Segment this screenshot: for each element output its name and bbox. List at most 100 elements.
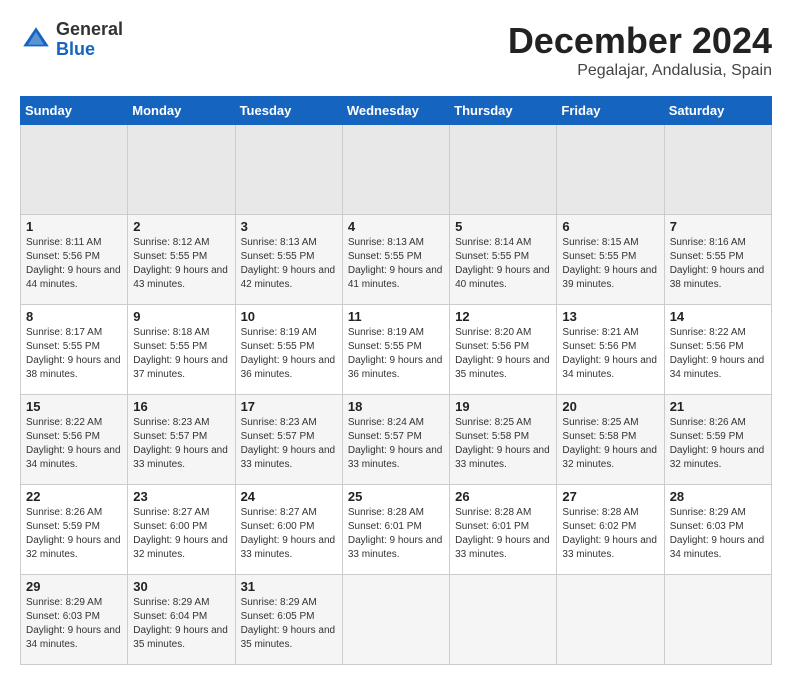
calendar-cell: 28 Sunrise: 8:29 AMSunset: 6:03 PMDaylig… bbox=[664, 485, 771, 575]
location: Pegalajar, Andalusia, Spain bbox=[508, 62, 772, 80]
day-info: Sunrise: 8:27 AMSunset: 6:00 PMDaylight:… bbox=[241, 507, 336, 560]
calendar-cell: 2 Sunrise: 8:12 AMSunset: 5:55 PMDayligh… bbox=[128, 215, 235, 305]
day-number: 9 bbox=[133, 309, 229, 324]
day-info: Sunrise: 8:26 AMSunset: 5:59 PMDaylight:… bbox=[670, 417, 765, 470]
day-info: Sunrise: 8:11 AMSunset: 5:56 PMDaylight:… bbox=[26, 237, 121, 290]
day-number: 27 bbox=[562, 489, 658, 504]
page-header: General Blue December 2024 Pegalajar, An… bbox=[20, 20, 772, 80]
day-number: 17 bbox=[241, 399, 337, 414]
day-number: 29 bbox=[26, 579, 122, 594]
calendar: SundayMondayTuesdayWednesdayThursdayFrid… bbox=[20, 96, 772, 665]
day-info: Sunrise: 8:23 AMSunset: 5:57 PMDaylight:… bbox=[241, 417, 336, 470]
calendar-week-1: 1 Sunrise: 8:11 AMSunset: 5:56 PMDayligh… bbox=[21, 215, 772, 305]
calendar-cell bbox=[664, 125, 771, 215]
day-header-wednesday: Wednesday bbox=[342, 97, 449, 125]
calendar-cell: 7 Sunrise: 8:16 AMSunset: 5:55 PMDayligh… bbox=[664, 215, 771, 305]
day-number: 18 bbox=[348, 399, 444, 414]
day-number: 16 bbox=[133, 399, 229, 414]
calendar-cell: 23 Sunrise: 8:27 AMSunset: 6:00 PMDaylig… bbox=[128, 485, 235, 575]
day-info: Sunrise: 8:28 AMSunset: 6:01 PMDaylight:… bbox=[455, 507, 550, 560]
day-number: 8 bbox=[26, 309, 122, 324]
calendar-cell: 29 Sunrise: 8:29 AMSunset: 6:03 PMDaylig… bbox=[21, 575, 128, 665]
logo-blue: Blue bbox=[56, 39, 95, 59]
logo-text: General Blue bbox=[56, 20, 123, 60]
day-info: Sunrise: 8:20 AMSunset: 5:56 PMDaylight:… bbox=[455, 327, 550, 380]
day-info: Sunrise: 8:27 AMSunset: 6:00 PMDaylight:… bbox=[133, 507, 228, 560]
day-info: Sunrise: 8:13 AMSunset: 5:55 PMDaylight:… bbox=[348, 237, 443, 290]
calendar-cell bbox=[128, 125, 235, 215]
day-number: 24 bbox=[241, 489, 337, 504]
day-info: Sunrise: 8:29 AMSunset: 6:03 PMDaylight:… bbox=[670, 507, 765, 560]
day-number: 19 bbox=[455, 399, 551, 414]
calendar-cell: 30 Sunrise: 8:29 AMSunset: 6:04 PMDaylig… bbox=[128, 575, 235, 665]
calendar-week-2: 8 Sunrise: 8:17 AMSunset: 5:55 PMDayligh… bbox=[21, 305, 772, 395]
calendar-cell bbox=[557, 575, 664, 665]
calendar-body: 1 Sunrise: 8:11 AMSunset: 5:56 PMDayligh… bbox=[21, 125, 772, 665]
calendar-cell: 8 Sunrise: 8:17 AMSunset: 5:55 PMDayligh… bbox=[21, 305, 128, 395]
day-info: Sunrise: 8:24 AMSunset: 5:57 PMDaylight:… bbox=[348, 417, 443, 470]
calendar-cell: 3 Sunrise: 8:13 AMSunset: 5:55 PMDayligh… bbox=[235, 215, 342, 305]
calendar-cell: 14 Sunrise: 8:22 AMSunset: 5:56 PMDaylig… bbox=[664, 305, 771, 395]
day-number: 21 bbox=[670, 399, 766, 414]
day-info: Sunrise: 8:22 AMSunset: 5:56 PMDaylight:… bbox=[670, 327, 765, 380]
day-number: 12 bbox=[455, 309, 551, 324]
calendar-cell: 15 Sunrise: 8:22 AMSunset: 5:56 PMDaylig… bbox=[21, 395, 128, 485]
calendar-cell: 10 Sunrise: 8:19 AMSunset: 5:55 PMDaylig… bbox=[235, 305, 342, 395]
calendar-cell: 11 Sunrise: 8:19 AMSunset: 5:55 PMDaylig… bbox=[342, 305, 449, 395]
calendar-cell: 17 Sunrise: 8:23 AMSunset: 5:57 PMDaylig… bbox=[235, 395, 342, 485]
day-info: Sunrise: 8:22 AMSunset: 5:56 PMDaylight:… bbox=[26, 417, 121, 470]
calendar-cell: 26 Sunrise: 8:28 AMSunset: 6:01 PMDaylig… bbox=[450, 485, 557, 575]
logo-icon bbox=[20, 24, 52, 56]
day-number: 4 bbox=[348, 219, 444, 234]
calendar-cell: 13 Sunrise: 8:21 AMSunset: 5:56 PMDaylig… bbox=[557, 305, 664, 395]
day-header-thursday: Thursday bbox=[450, 97, 557, 125]
day-info: Sunrise: 8:26 AMSunset: 5:59 PMDaylight:… bbox=[26, 507, 121, 560]
calendar-cell bbox=[21, 125, 128, 215]
logo-general: General bbox=[56, 19, 123, 39]
calendar-cell: 4 Sunrise: 8:13 AMSunset: 5:55 PMDayligh… bbox=[342, 215, 449, 305]
calendar-cell bbox=[664, 575, 771, 665]
day-info: Sunrise: 8:16 AMSunset: 5:55 PMDaylight:… bbox=[670, 237, 765, 290]
calendar-cell: 6 Sunrise: 8:15 AMSunset: 5:55 PMDayligh… bbox=[557, 215, 664, 305]
day-number: 23 bbox=[133, 489, 229, 504]
day-number: 28 bbox=[670, 489, 766, 504]
day-number: 15 bbox=[26, 399, 122, 414]
calendar-week-0 bbox=[21, 125, 772, 215]
day-number: 2 bbox=[133, 219, 229, 234]
day-number: 6 bbox=[562, 219, 658, 234]
day-info: Sunrise: 8:21 AMSunset: 5:56 PMDaylight:… bbox=[562, 327, 657, 380]
calendar-cell: 16 Sunrise: 8:23 AMSunset: 5:57 PMDaylig… bbox=[128, 395, 235, 485]
day-number: 26 bbox=[455, 489, 551, 504]
day-header-tuesday: Tuesday bbox=[235, 97, 342, 125]
day-info: Sunrise: 8:28 AMSunset: 6:01 PMDaylight:… bbox=[348, 507, 443, 560]
calendar-cell bbox=[342, 125, 449, 215]
calendar-cell: 5 Sunrise: 8:14 AMSunset: 5:55 PMDayligh… bbox=[450, 215, 557, 305]
day-number: 7 bbox=[670, 219, 766, 234]
calendar-cell: 1 Sunrise: 8:11 AMSunset: 5:56 PMDayligh… bbox=[21, 215, 128, 305]
month-title: December 2024 bbox=[508, 20, 772, 62]
day-info: Sunrise: 8:18 AMSunset: 5:55 PMDaylight:… bbox=[133, 327, 228, 380]
day-number: 22 bbox=[26, 489, 122, 504]
calendar-cell: 27 Sunrise: 8:28 AMSunset: 6:02 PMDaylig… bbox=[557, 485, 664, 575]
calendar-cell: 19 Sunrise: 8:25 AMSunset: 5:58 PMDaylig… bbox=[450, 395, 557, 485]
day-header-sunday: Sunday bbox=[21, 97, 128, 125]
day-info: Sunrise: 8:19 AMSunset: 5:55 PMDaylight:… bbox=[241, 327, 336, 380]
day-number: 14 bbox=[670, 309, 766, 324]
calendar-cell: 24 Sunrise: 8:27 AMSunset: 6:00 PMDaylig… bbox=[235, 485, 342, 575]
day-info: Sunrise: 8:23 AMSunset: 5:57 PMDaylight:… bbox=[133, 417, 228, 470]
day-info: Sunrise: 8:25 AMSunset: 5:58 PMDaylight:… bbox=[562, 417, 657, 470]
calendar-cell: 22 Sunrise: 8:26 AMSunset: 5:59 PMDaylig… bbox=[21, 485, 128, 575]
day-number: 3 bbox=[241, 219, 337, 234]
title-block: December 2024 Pegalajar, Andalusia, Spai… bbox=[508, 20, 772, 80]
day-info: Sunrise: 8:29 AMSunset: 6:04 PMDaylight:… bbox=[133, 597, 228, 650]
day-number: 11 bbox=[348, 309, 444, 324]
calendar-cell bbox=[342, 575, 449, 665]
day-header-saturday: Saturday bbox=[664, 97, 771, 125]
logo: General Blue bbox=[20, 20, 123, 60]
calendar-week-3: 15 Sunrise: 8:22 AMSunset: 5:56 PMDaylig… bbox=[21, 395, 772, 485]
calendar-cell bbox=[450, 575, 557, 665]
day-number: 30 bbox=[133, 579, 229, 594]
calendar-cell: 9 Sunrise: 8:18 AMSunset: 5:55 PMDayligh… bbox=[128, 305, 235, 395]
calendar-cell bbox=[557, 125, 664, 215]
calendar-cell: 18 Sunrise: 8:24 AMSunset: 5:57 PMDaylig… bbox=[342, 395, 449, 485]
